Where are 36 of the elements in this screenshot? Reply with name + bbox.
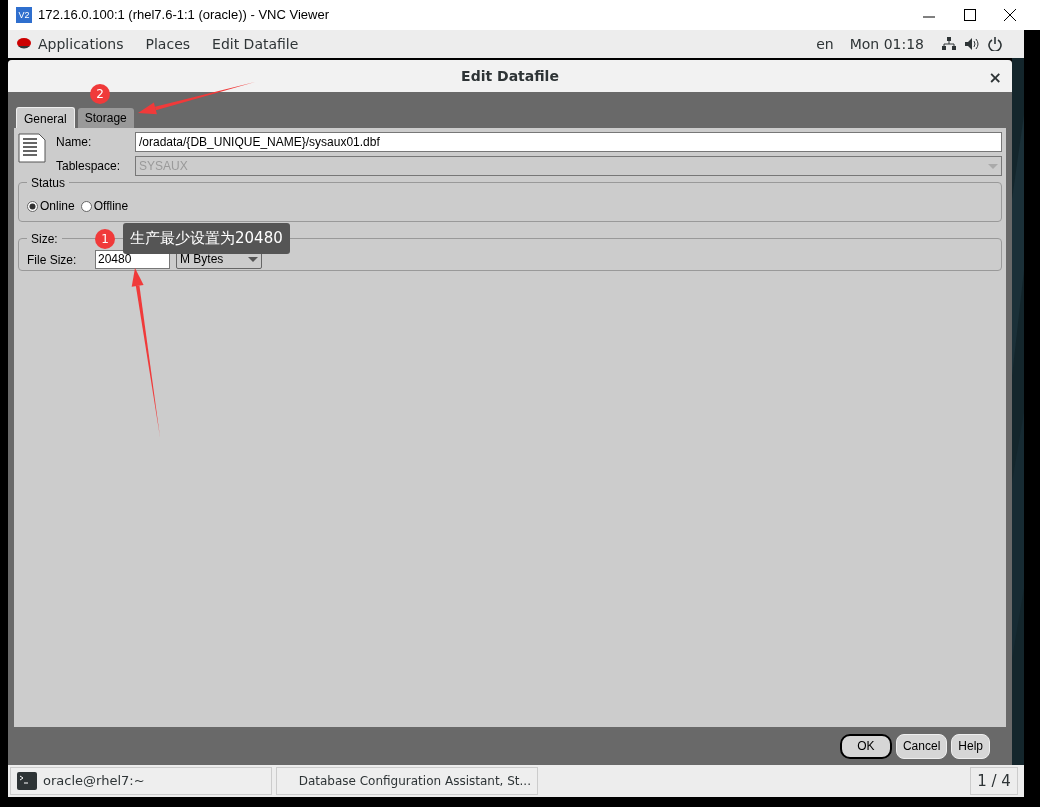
annotation-tooltip: 生产最少设置为20480 xyxy=(123,223,290,254)
document-icon xyxy=(18,133,46,163)
caret-icon xyxy=(988,163,998,169)
field-label: Name: xyxy=(56,134,93,151)
window-title: 172.16.0.100:1 (rhel7.6-1:1 (oracle)) - VNC Viewer xyxy=(38,6,329,25)
field-label: Tablespace: xyxy=(56,158,122,175)
top-bar-menu[interactable]: Places xyxy=(145,33,191,55)
close-button[interactable]: × xyxy=(988,66,1002,90)
radio-button[interactable] xyxy=(27,200,38,212)
radio-button[interactable] xyxy=(80,200,92,212)
dialog-title: Edit Datafile xyxy=(461,66,559,86)
workspace-indicator[interactable]: 1 / 4 xyxy=(970,767,1018,795)
volume-icon[interactable] xyxy=(964,37,980,51)
field-label: File Size: xyxy=(27,251,78,269)
network-icon[interactable] xyxy=(942,37,956,51)
taskbar-item[interactable]: Database Configuration Assistant, St... xyxy=(276,767,538,795)
close-icon[interactable] xyxy=(1004,9,1016,21)
tab[interactable]: Storage xyxy=(77,108,134,128)
top-bar-menu[interactable]: Edit Datafile xyxy=(212,33,299,55)
dialog-button[interactable]: Cancel xyxy=(895,733,948,759)
taskbar-item[interactable]: oracle@rhel7:~ xyxy=(10,767,272,795)
terminal-icon xyxy=(17,772,37,790)
maximize-icon[interactable] xyxy=(964,9,976,21)
radio-label[interactable]: Offline xyxy=(93,197,129,215)
radio-label[interactable]: Online xyxy=(40,197,75,215)
dialog-button[interactable]: OK xyxy=(839,733,892,759)
language-indicator[interactable]: en xyxy=(816,33,834,55)
top-bar-menu[interactable]: Applications xyxy=(38,33,124,55)
app-icon: V2 xyxy=(16,7,32,23)
dialog-button[interactable]: Help xyxy=(951,733,990,759)
power-icon[interactable] xyxy=(988,37,1002,51)
name-field[interactable]: /oradata/{DB_UNIQUE_NAME}/sysaux01.dbf xyxy=(135,132,1002,152)
clock[interactable]: Mon 01:18 xyxy=(849,33,924,55)
hat-icon xyxy=(16,37,32,51)
tab[interactable]: General xyxy=(16,107,75,128)
caret-icon xyxy=(248,257,258,262)
